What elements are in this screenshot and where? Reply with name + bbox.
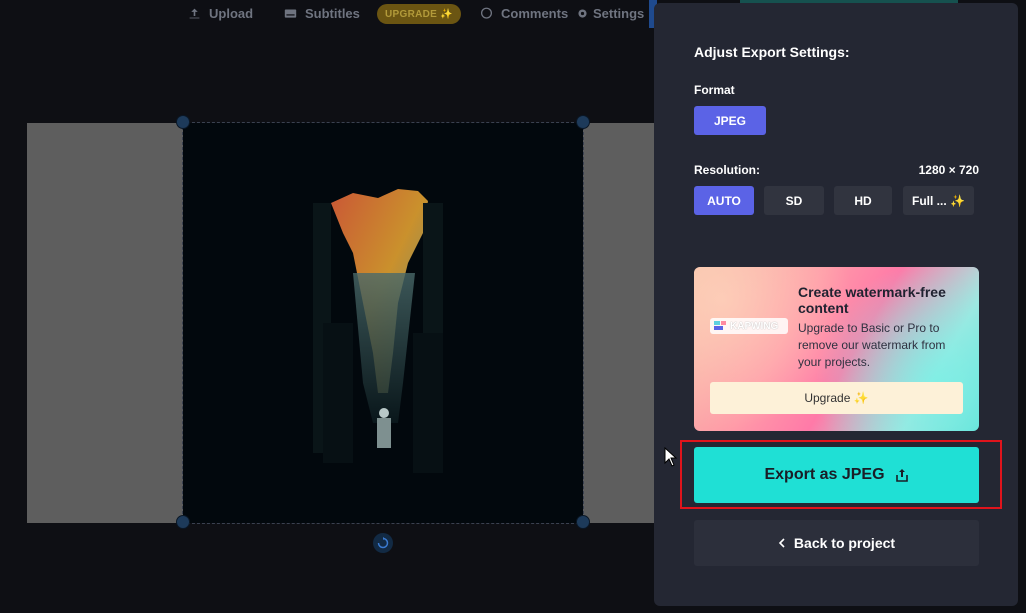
chevron-left-icon (778, 538, 785, 548)
export-settings-panel: Adjust Export Settings: Format JPEG Reso… (654, 3, 1018, 606)
kapwing-logo: KAPWING (710, 318, 788, 334)
watermark-promo-card: KAPWING Create watermark-free content Up… (694, 267, 979, 431)
format-label: Format (694, 83, 735, 97)
resize-handle-top-left[interactable] (176, 115, 190, 129)
kapwing-logo-icon (714, 321, 726, 330)
comments-label: Comments (501, 6, 569, 21)
settings-button[interactable]: Settings (576, 6, 644, 21)
comment-icon (480, 7, 493, 19)
back-to-project-button[interactable]: Back to project (694, 520, 979, 566)
promo-upgrade-button[interactable]: Upgrade ✨ (710, 382, 963, 414)
rotate-handle[interactable] (373, 533, 393, 553)
resolution-hd-button[interactable]: HD (834, 186, 892, 215)
subtitles-button[interactable]: Subtitles (284, 6, 360, 21)
export-label: Export as JPEG (764, 466, 885, 483)
kapwing-logo-text: KAPWING (730, 320, 779, 332)
resolution-sd-button[interactable]: SD (764, 186, 824, 215)
resolution-full-button[interactable]: Full ... ✨ (903, 186, 974, 215)
share-icon (895, 469, 908, 482)
rotate-icon (377, 537, 389, 549)
resize-handle-top-right[interactable] (576, 115, 590, 129)
resolution-auto-button[interactable]: AUTO (694, 186, 754, 215)
resolution-value: 1280 × 720 (918, 163, 979, 177)
upload-label: Upload (209, 6, 254, 21)
gear-icon (578, 9, 587, 18)
upgrade-pill-button[interactable]: UPGRADE ✨ (377, 4, 461, 24)
mouse-cursor-icon (664, 447, 678, 467)
format-jpeg-button[interactable]: JPEG (694, 106, 766, 135)
canvas-background-left (27, 123, 183, 523)
canvas-background-right (583, 123, 660, 523)
upload-button[interactable]: Upload (188, 6, 253, 21)
subtitles-label: Subtitles (305, 6, 360, 21)
canvas-image-layer[interactable] (182, 122, 584, 524)
resize-handle-bottom-right[interactable] (576, 515, 590, 529)
upload-icon (189, 8, 200, 19)
resize-handle-bottom-left[interactable] (176, 515, 190, 529)
promo-title: Create watermark-free content (798, 284, 946, 316)
artwork-image (313, 189, 443, 473)
promo-body: Upgrade to Basic or Pro to remove our wa… (798, 321, 946, 369)
comments-button[interactable]: Comments (480, 6, 568, 21)
settings-label: Settings (593, 6, 645, 21)
back-label: Back to project (793, 535, 896, 551)
resolution-label: Resolution: (694, 163, 760, 177)
export-as-jpeg-button[interactable]: Export as JPEG (694, 447, 979, 503)
editor-topbar: Upload Subtitles UPGRADE ✨ Comments Sett… (0, 0, 660, 30)
subtitles-icon (284, 9, 297, 18)
panel-title: Adjust Export Settings: (694, 44, 850, 60)
